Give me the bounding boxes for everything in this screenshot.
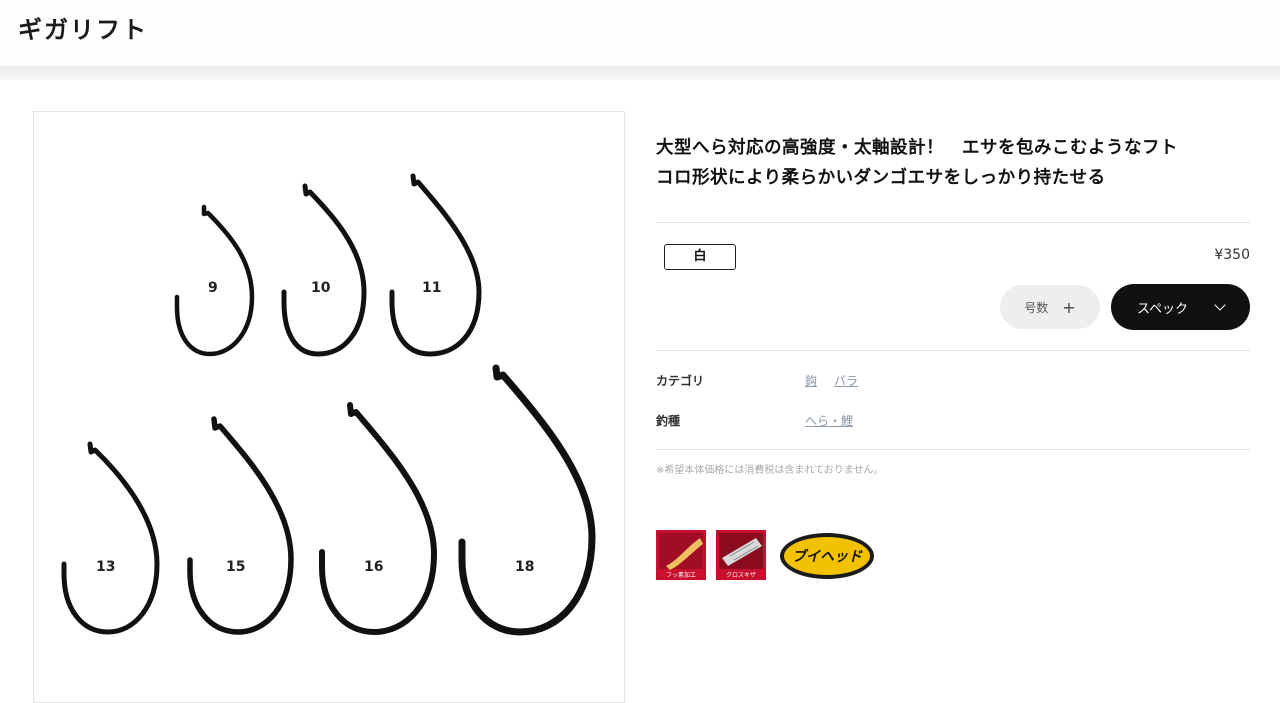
divider	[656, 449, 1250, 450]
hook-16	[319, 402, 437, 635]
fluoro-coat-badge: フッ素加工	[656, 530, 706, 580]
product-info: 大型へら対応の高強度・太軸設計！ エサを包みこむようなフト コロ形状により柔らか…	[656, 133, 1250, 193]
hook-size-label: 15	[226, 559, 245, 575]
plus-icon: +	[1062, 297, 1076, 317]
divider	[656, 222, 1250, 223]
hook-size-label: 9	[208, 280, 218, 296]
top-bar: ギガリフト	[0, 0, 1280, 66]
hook-size-label: 18	[515, 559, 534, 575]
hook-size-chart: 9 10 11 13 15 16 18	[61, 173, 596, 636]
category-link-bara[interactable]: バラ	[834, 372, 858, 389]
product-headline: 大型へら対応の高強度・太軸設計！ エサを包みこむようなフト コロ形状により柔らか…	[656, 133, 1250, 193]
fishing-type-link[interactable]: へら・鯉	[805, 412, 853, 429]
badge-caption: クロスキザ	[726, 572, 756, 579]
hook-18	[458, 364, 596, 636]
divider	[656, 350, 1250, 351]
category-link-hook[interactable]: 鈎	[805, 372, 817, 389]
quantity-selector-button[interactable]: 号数 +	[1000, 285, 1100, 329]
headline-line-2: コロ形状により柔らかいダンゴエサをしっかり持たせる	[656, 168, 1106, 188]
chevron-down-icon	[1214, 299, 1226, 311]
hook-10	[281, 183, 367, 357]
hook-size-label: 16	[364, 559, 383, 575]
hook-13	[61, 441, 160, 635]
price: ¥350	[1214, 247, 1250, 263]
v-head-badge: ブイヘッド	[780, 533, 874, 579]
tax-note: ※希望本体価格には消費税は含まれておりません。	[656, 465, 884, 476]
header-divider	[0, 66, 1280, 80]
hook-size-label: 10	[311, 280, 331, 296]
spec-label: スペック	[1136, 301, 1189, 317]
badge-text: ブイヘッド	[792, 548, 863, 565]
cross-kizu-badge: クロスキザ	[716, 530, 766, 580]
product-image[interactable]: 9 10 11 13 15 16 18	[33, 111, 625, 703]
hook-size-label: 13	[96, 559, 115, 575]
hook-11	[389, 173, 482, 357]
spec-button[interactable]: スペック	[1111, 284, 1250, 330]
product-title: ギガリフト	[18, 16, 148, 44]
headline-line-1: 大型へら対応の高強度・太軸設計！ エサを包みこむようなフト	[656, 138, 1178, 158]
category-label: カテゴリ	[656, 374, 705, 388]
hook-15	[187, 416, 294, 635]
badge-caption: フッ素加工	[666, 571, 696, 579]
hook-size-label: 11	[422, 280, 441, 296]
fishing-type-label: 釣種	[656, 414, 681, 428]
color-option-white[interactable]: 白	[664, 244, 736, 270]
quantity-label: 号数	[1024, 300, 1049, 315]
